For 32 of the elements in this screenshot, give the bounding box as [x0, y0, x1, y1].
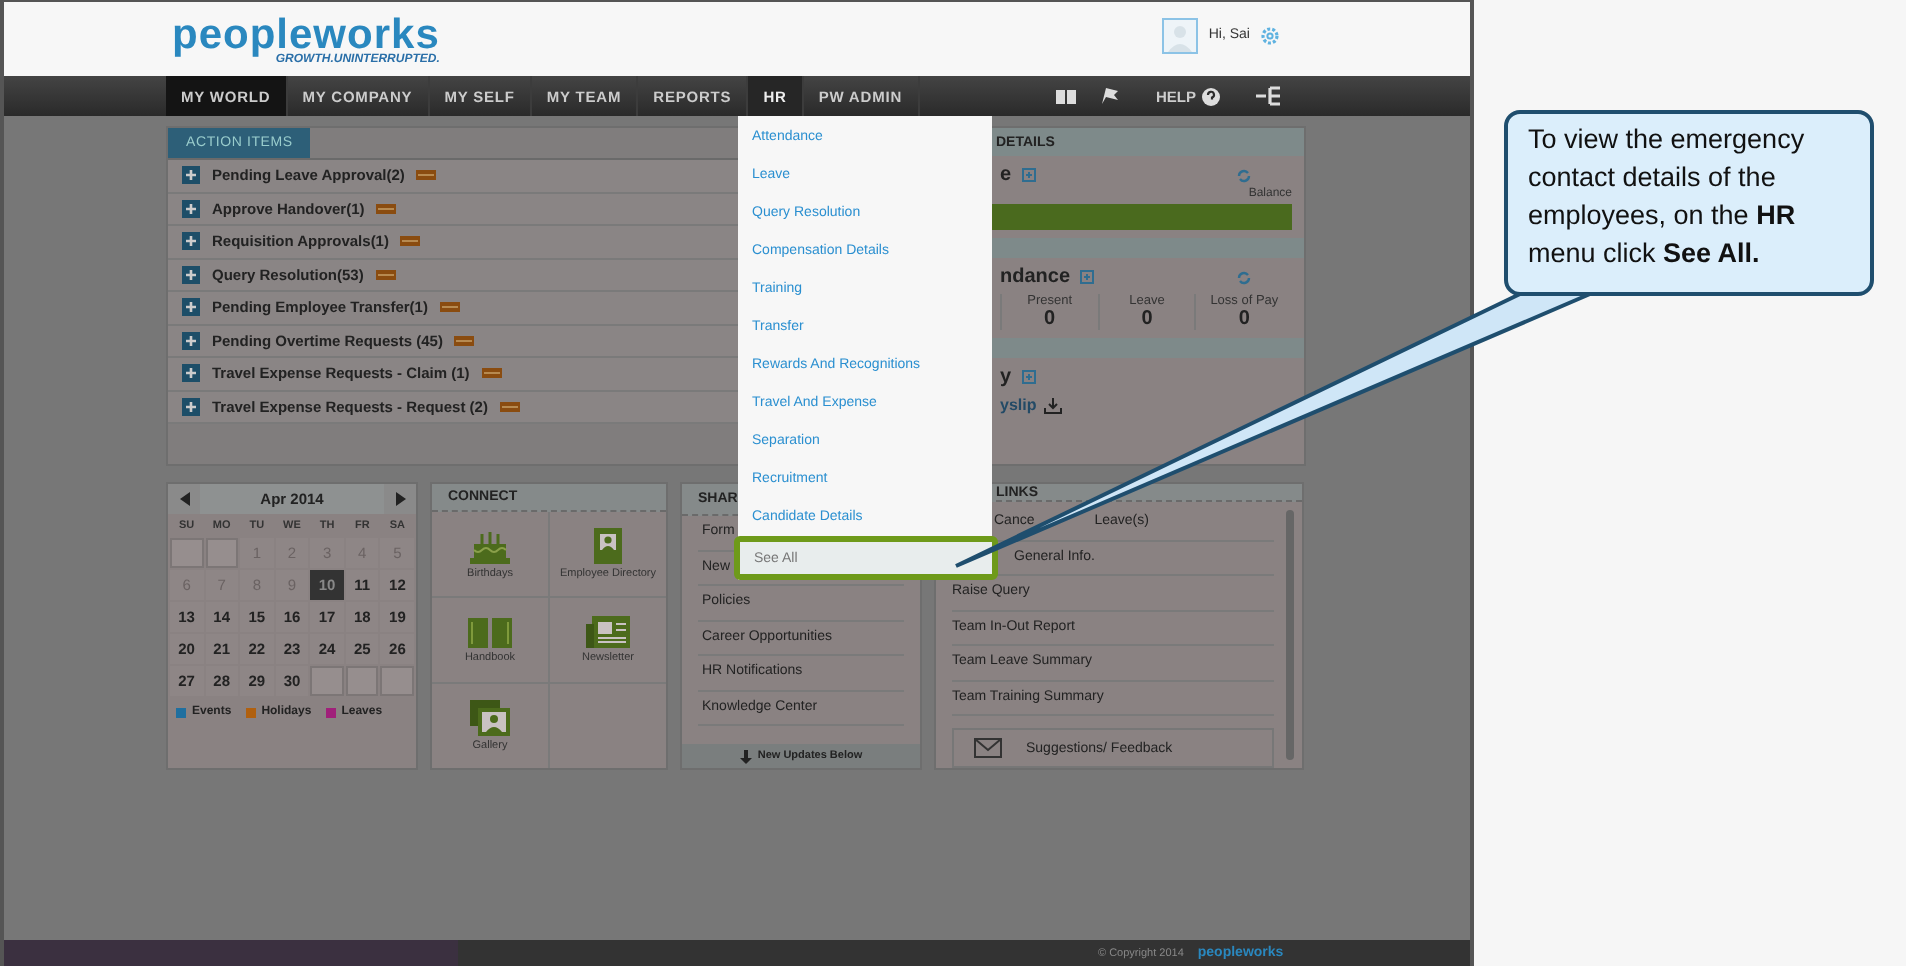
- help-icon: [1202, 87, 1220, 105]
- gallery-icon: [470, 699, 510, 736]
- stat-value: 0: [1141, 308, 1153, 330]
- logo: peopleworks: [172, 13, 440, 55]
- scrollbar[interactable]: [1286, 510, 1294, 760]
- stat-value: 0: [1238, 308, 1250, 330]
- new-badge-icon: [481, 368, 502, 379]
- new-badge-icon: [454, 335, 475, 346]
- widget-title: y: [1000, 366, 1012, 388]
- download-icon[interactable]: [1044, 397, 1063, 413]
- new-badge-icon: [375, 269, 396, 280]
- directory-icon: [594, 527, 622, 564]
- new-badge-icon: [376, 203, 397, 214]
- book-icon[interactable]: [1055, 88, 1076, 104]
- down-arrow-icon: [739, 749, 752, 763]
- widget-title: ndance: [1000, 266, 1071, 288]
- widget-title: e: [1000, 164, 1012, 186]
- book-icon: [468, 615, 512, 648]
- stat-value: 0: [1044, 308, 1056, 330]
- new-badge-icon: [400, 236, 421, 247]
- right-arrow-icon: [395, 492, 405, 506]
- new-badge-icon: [416, 170, 437, 181]
- hierarchy-icon[interactable]: [1256, 86, 1280, 106]
- flag-icon[interactable]: [1099, 86, 1120, 106]
- left-arrow-icon: [179, 492, 189, 506]
- envelope-icon: [974, 738, 1002, 758]
- new-badge-icon: [499, 401, 520, 412]
- payslip-link[interactable]: yslip: [1000, 396, 1037, 414]
- new-badge-icon: [439, 302, 460, 313]
- cake-icon: [470, 527, 510, 564]
- callout-text: To view the emergency contact details of the employees, on the HR menu click See All.: [1528, 122, 1807, 272]
- newspaper-icon: [586, 615, 630, 648]
